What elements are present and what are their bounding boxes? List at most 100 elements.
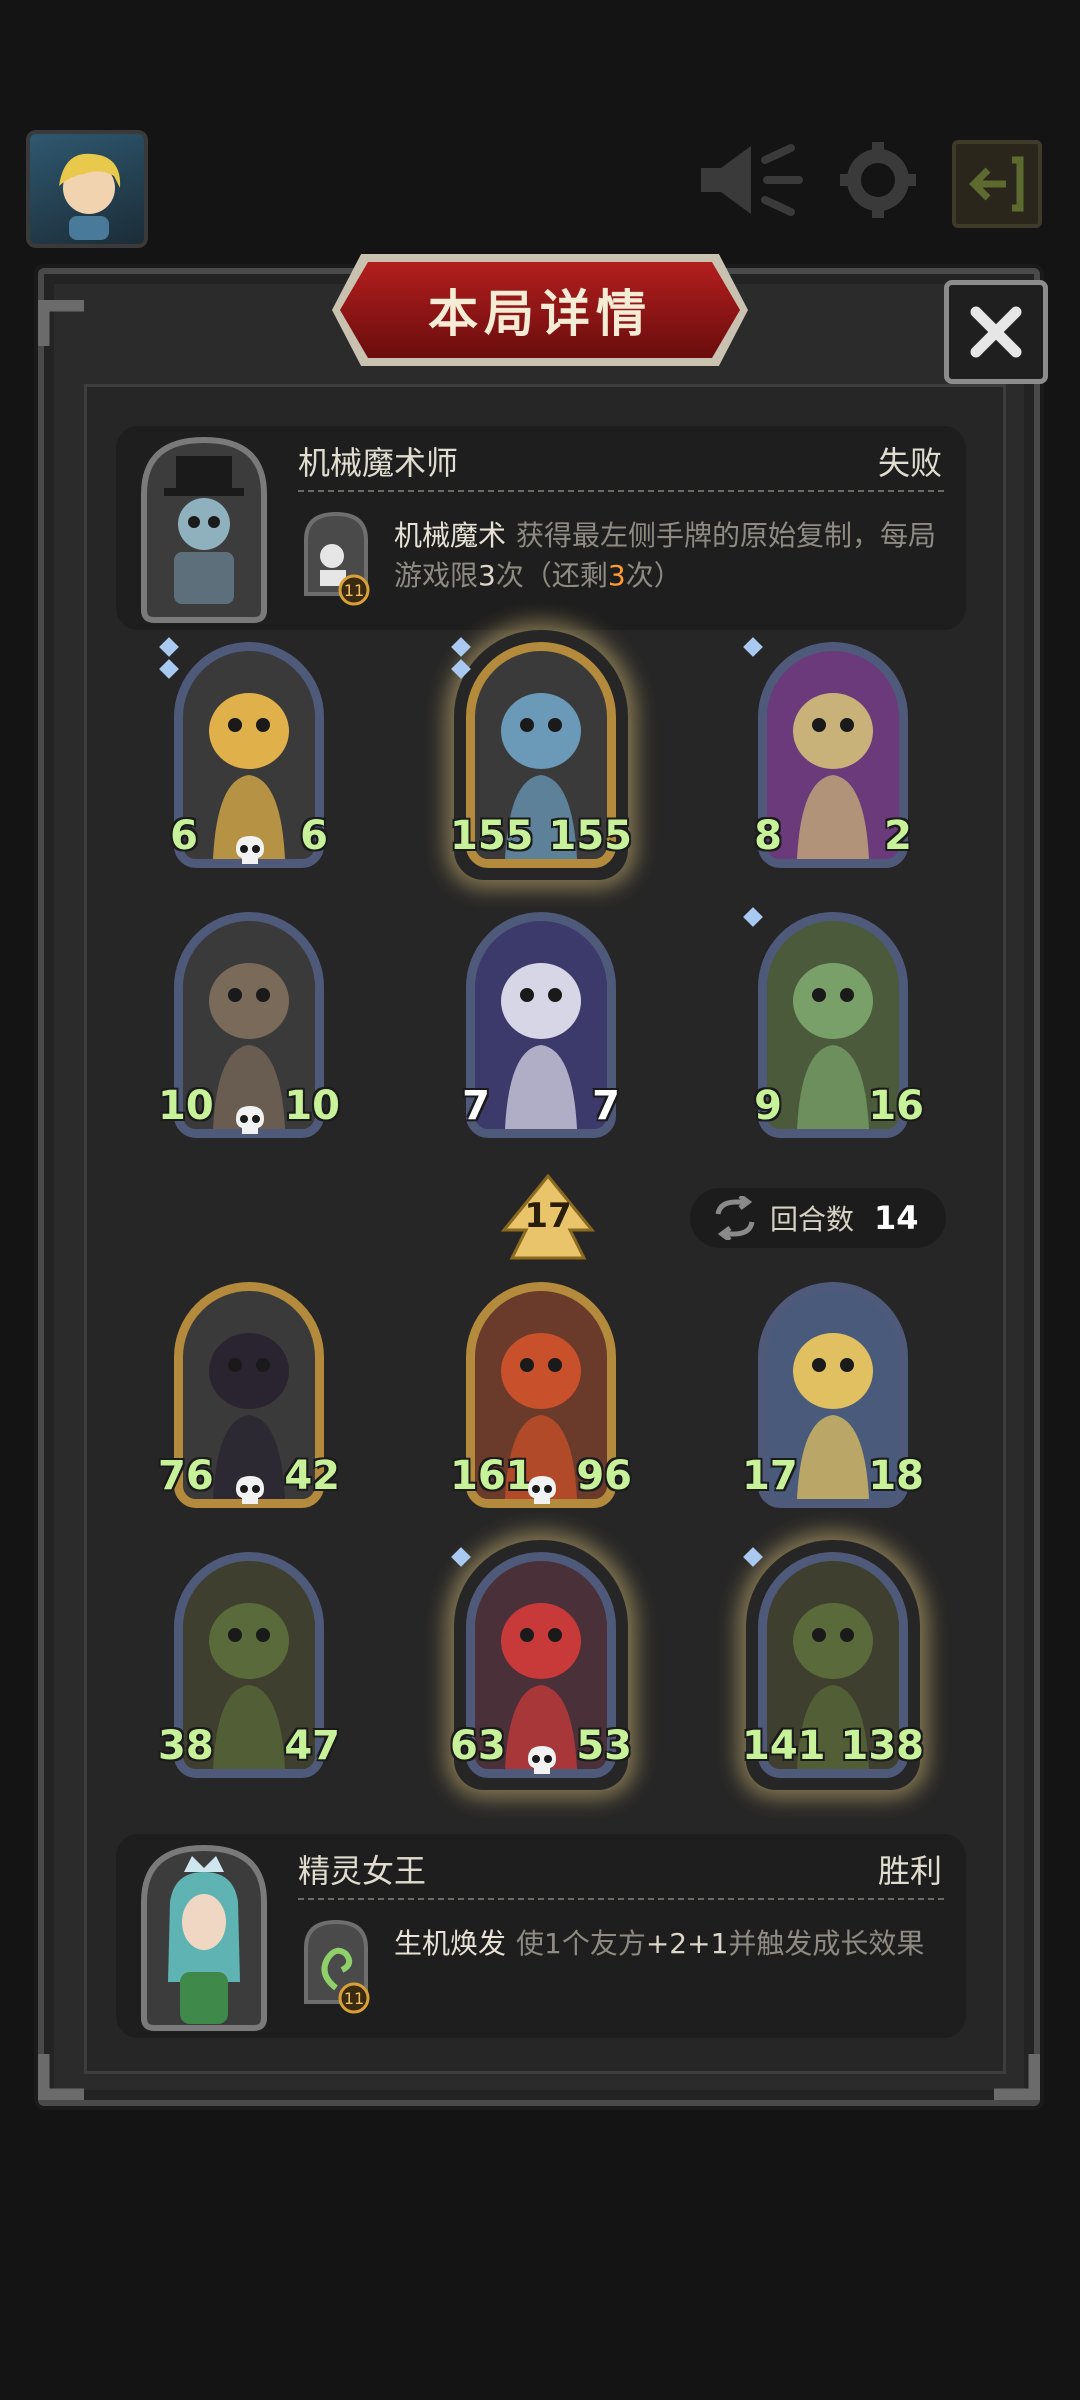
health-stat: 10 — [284, 1075, 341, 1137]
attack-stat: 76 — [157, 1445, 214, 1507]
attack-stat: 9 — [740, 1075, 796, 1137]
exit-button[interactable] — [952, 140, 1042, 228]
health-stat: 53 — [576, 1715, 633, 1777]
unit-card-clown[interactable]: 63 53 — [449, 1546, 633, 1796]
skill-remaining: 3 — [607, 559, 626, 592]
player-avatar-icon — [59, 153, 121, 240]
health-value: 47 — [284, 1723, 340, 1769]
attack-stat: 38 — [157, 1715, 214, 1777]
health-value: 7 — [592, 1083, 620, 1129]
health-stat: 7 — [578, 1075, 634, 1137]
buff-gem-icon — [451, 637, 471, 657]
attack-value: 38 — [158, 1723, 214, 1769]
winner-name: 精灵女王 — [298, 1852, 427, 1890]
attack-stat: 155 — [450, 805, 534, 867]
attack-stat: 63 — [449, 1715, 506, 1777]
buff-gem-icon — [743, 637, 763, 657]
panel-corner-ornament — [38, 300, 84, 346]
attack-value: 161 — [450, 1453, 534, 1499]
skill-level: 11 — [344, 1989, 364, 2008]
health-value: 6 — [300, 813, 328, 859]
buff-gem-icon — [159, 637, 179, 657]
skill-name: 机械魔术 — [394, 519, 507, 552]
top-hud — [0, 120, 1080, 260]
unit-card-fire-demon[interactable]: 161 96 — [450, 1276, 633, 1526]
attack-stat: 10 — [157, 1075, 214, 1137]
skill-name: 生机焕发 — [394, 1927, 507, 1960]
attack-value: 6 — [170, 813, 198, 859]
skull-icon — [528, 1476, 556, 1504]
attack-value: 7 — [462, 1083, 490, 1129]
panel-corner-ornament — [38, 2054, 84, 2100]
health-value: 42 — [284, 1453, 340, 1499]
divider — [298, 490, 944, 492]
unit-card-druid[interactable]: 9 16 — [740, 906, 925, 1156]
attack-stat: 161 — [450, 1445, 534, 1507]
health-value: 138 — [840, 1723, 925, 1769]
unit-card-bomb[interactable]: 10 10 — [157, 906, 341, 1156]
health-stat: 18 — [868, 1445, 925, 1507]
winner-player-row: 精灵女王 胜利 11 生机焕发 使1个友方+2+1并触发成长效果 — [116, 1834, 966, 2038]
health-value: 10 — [284, 1083, 340, 1129]
attack-stat: 8 — [740, 805, 796, 867]
hero-skill-description: 机械魔术 获得最左侧手牌的原始复制，每局游戏限3次（还剩3次） — [394, 516, 954, 596]
speaker-icon[interactable] — [695, 140, 805, 220]
attack-value: 63 — [450, 1723, 506, 1769]
opponent-player-row: 机械魔术师 失败 11 机械魔术 获得最左侧手牌的原始复制，每局游戏限3次（还剩3… — [116, 426, 966, 630]
attack-value: 17 — [742, 1453, 798, 1499]
buff-gem-icon — [743, 907, 763, 927]
unit-card-plant-monster[interactable]: 141 138 — [742, 1546, 925, 1796]
health-stat: 42 — [284, 1445, 341, 1507]
unit-card-puppet[interactable]: 66 — [156, 636, 342, 886]
unit-card-paladin[interactable]: 17 18 — [741, 1276, 925, 1526]
skull-icon — [528, 1746, 556, 1774]
player-avatar[interactable] — [26, 130, 148, 248]
attack-value: 10 — [158, 1083, 214, 1129]
turn-label: 回合数 — [770, 1203, 855, 1236]
unit-card-mage[interactable]: 77 — [448, 906, 634, 1156]
attack-stat: 7 — [448, 1075, 504, 1137]
unit-card-dragon[interactable]: 155 155 — [450, 636, 633, 886]
skill-limit: 3 — [478, 559, 496, 592]
damage-arrow: 17 — [500, 1173, 596, 1260]
exit-arrow-icon — [969, 156, 1024, 212]
title-banner: 本局详情 — [340, 262, 740, 358]
health-stat: 2 — [870, 805, 926, 867]
unit-card-elf-knight[interactable]: 82 — [740, 636, 926, 886]
gear-icon[interactable] — [838, 140, 918, 220]
skill-bonus: +2+1 — [645, 1927, 729, 1960]
health-stat: 96 — [576, 1445, 633, 1507]
page-title: 本局详情 — [428, 285, 652, 343]
health-value: 53 — [576, 1723, 632, 1769]
attack-value: 8 — [754, 813, 782, 859]
hero-skill-icon[interactable]: 11 — [298, 1918, 374, 2014]
skull-icon — [236, 1106, 264, 1134]
attack-value: 141 — [742, 1723, 826, 1769]
attack-stat: 17 — [741, 1445, 798, 1507]
hero-skill-description: 生机焕发 使1个友方+2+1并触发成长效果 — [394, 1924, 954, 1964]
close-button[interactable] — [944, 280, 1048, 384]
health-value: 155 — [548, 813, 633, 859]
opponent-portrait[interactable] — [134, 434, 274, 624]
skull-icon — [236, 836, 264, 864]
attack-stat: 6 — [156, 805, 212, 867]
unit-card-dark-priest[interactable]: 76 42 — [157, 1276, 341, 1526]
buff-gem-icon — [159, 659, 179, 679]
attack-value: 9 — [754, 1083, 782, 1129]
winner-portrait[interactable] — [134, 1842, 274, 2032]
health-value: 18 — [868, 1453, 924, 1499]
turn-value: 14 — [874, 1199, 919, 1237]
divider — [298, 1898, 944, 1900]
hero-skill-icon[interactable]: 11 — [298, 510, 374, 606]
health-stat: 47 — [284, 1715, 341, 1777]
opponent-name: 机械魔术师 — [298, 444, 459, 482]
skull-icon — [236, 1476, 264, 1504]
unit-card-plant-monster[interactable]: 38 47 — [157, 1546, 341, 1796]
winner-result: 胜利 — [877, 1852, 942, 1890]
refresh-icon — [715, 1196, 755, 1240]
health-value: 16 — [868, 1083, 924, 1129]
arrow-value: 17 — [524, 1196, 572, 1236]
health-stat: 138 — [840, 1715, 925, 1777]
opponent-result: 失败 — [877, 444, 942, 482]
skill-desc: 次（还剩 — [495, 559, 608, 592]
